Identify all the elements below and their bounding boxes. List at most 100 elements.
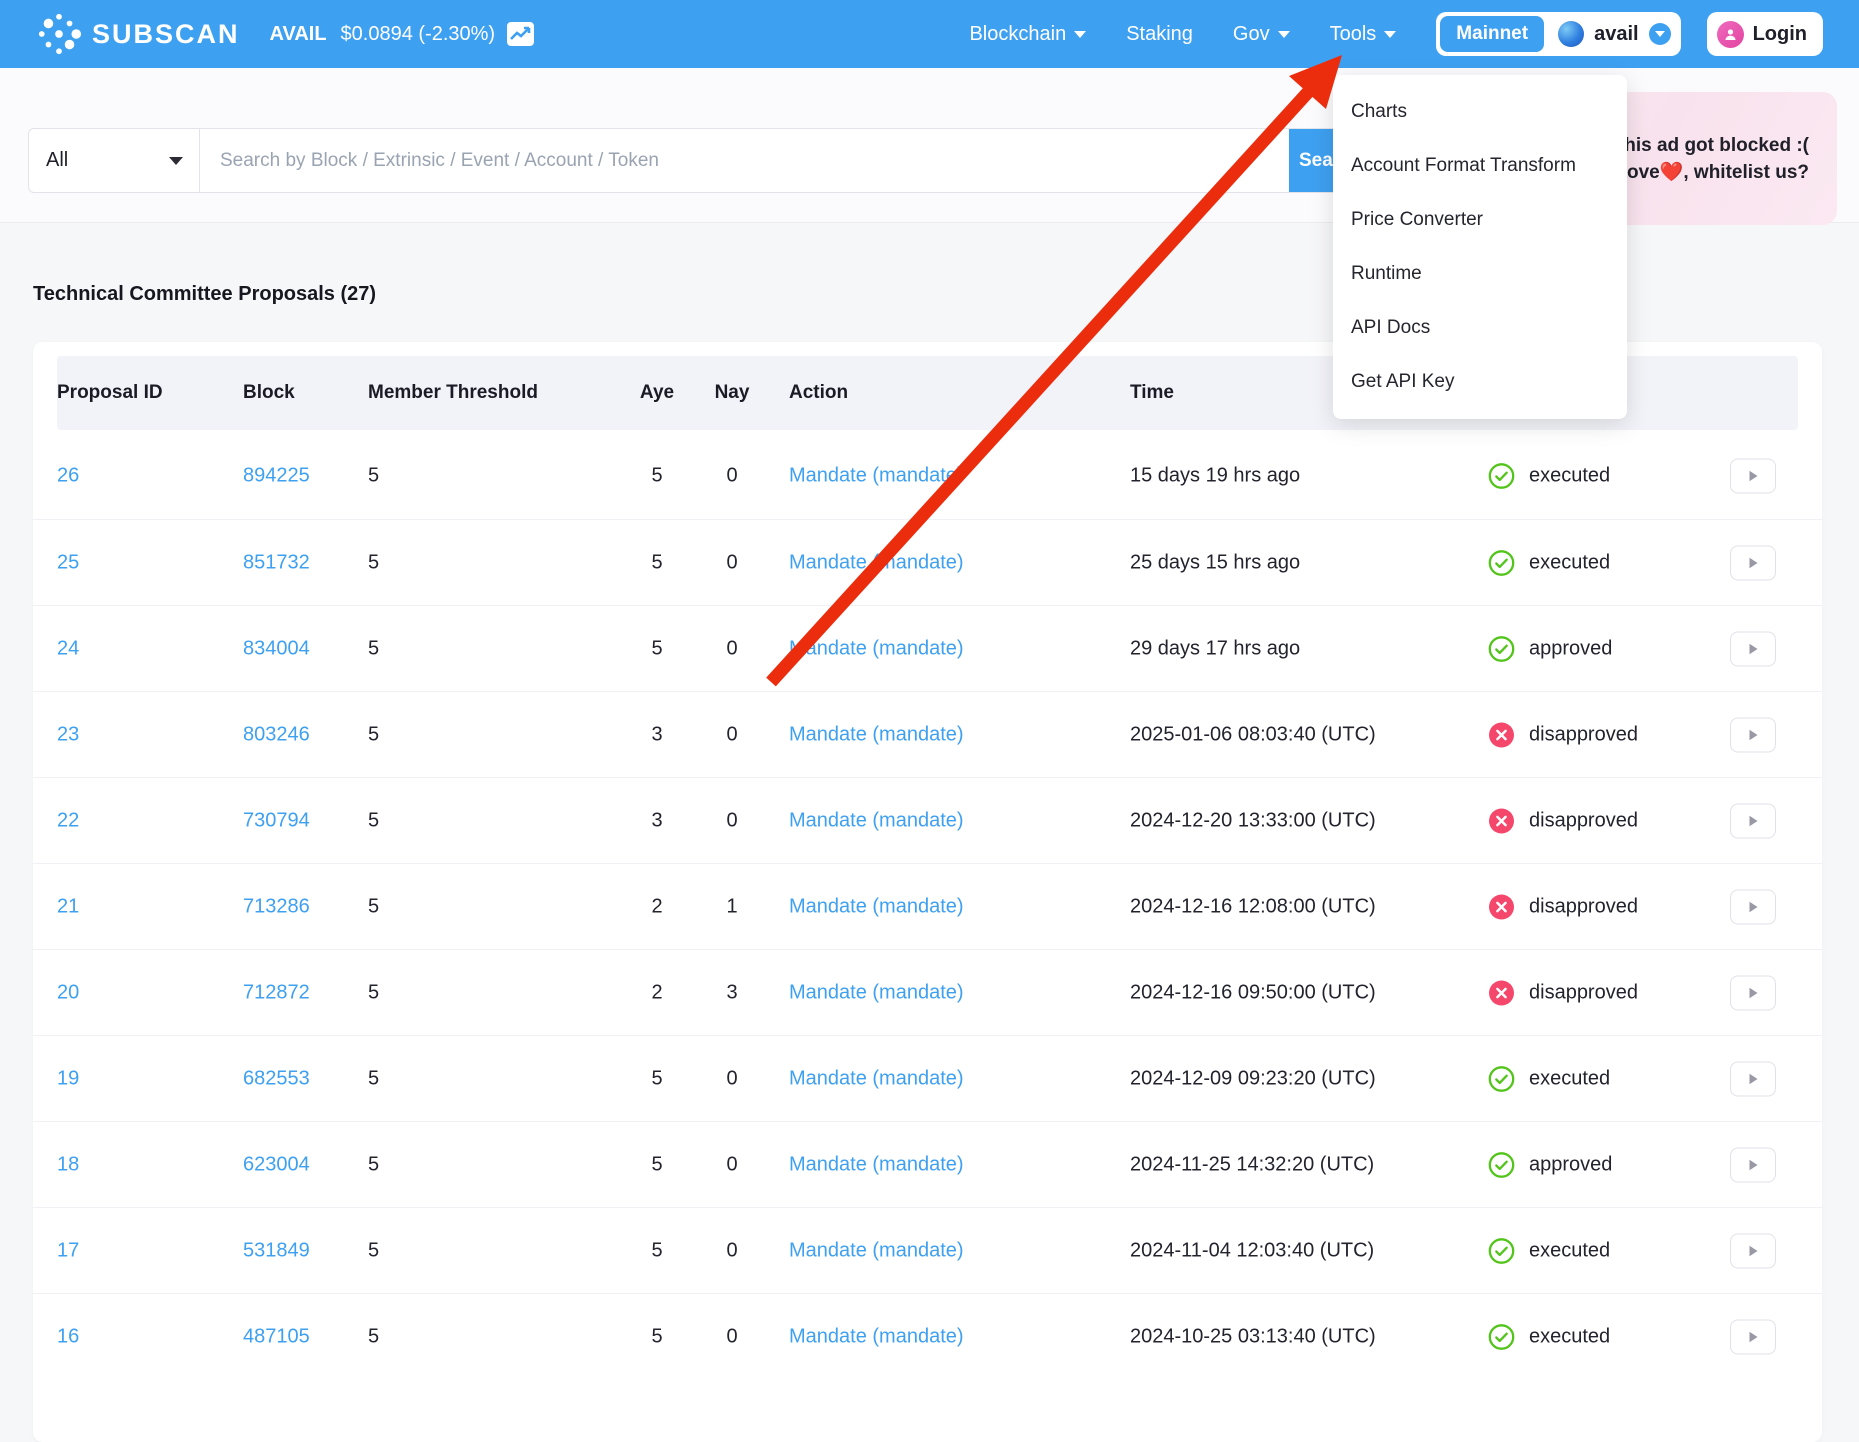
nav-label: Tools bbox=[1330, 23, 1377, 46]
caret-right-icon bbox=[1747, 1158, 1759, 1171]
expand-row-button[interactable] bbox=[1730, 803, 1776, 838]
aye-count: 5 bbox=[637, 1325, 677, 1348]
block-link[interactable]: 851732 bbox=[243, 551, 310, 574]
expand-row-button[interactable] bbox=[1730, 1233, 1776, 1268]
subscan-logo-icon bbox=[36, 11, 82, 57]
menu-item-runtime[interactable]: Runtime bbox=[1333, 247, 1627, 301]
chain-chevron-down-icon[interactable] bbox=[1649, 23, 1671, 45]
column-header-member-threshold: Member Threshold bbox=[368, 382, 538, 404]
mainnet-button[interactable]: Mainnet bbox=[1440, 16, 1544, 52]
block-link[interactable]: 531849 bbox=[243, 1239, 310, 1262]
proposal-id-link[interactable]: 22 bbox=[57, 809, 79, 832]
nav-label: Staking bbox=[1126, 23, 1193, 46]
action-link[interactable]: Mandate (mandate) bbox=[789, 1239, 964, 1262]
table-row: 26894225550Mandate (mandate)15 days 19 h… bbox=[33, 433, 1822, 519]
table-row: 18623004550Mandate (mandate)2024-11-25 1… bbox=[33, 1121, 1822, 1207]
action-link[interactable]: Mandate (mandate) bbox=[789, 895, 964, 918]
nay-count: 3 bbox=[712, 981, 752, 1004]
proposal-id-link[interactable]: 26 bbox=[57, 465, 79, 488]
cross-circle-icon bbox=[1488, 807, 1515, 834]
block-link[interactable]: 487105 bbox=[243, 1325, 310, 1348]
search-bar: All Search bbox=[28, 128, 1404, 193]
menu-item-account-format-transform[interactable]: Account Format Transform bbox=[1333, 139, 1627, 193]
login-label: Login bbox=[1753, 23, 1807, 46]
login-button[interactable]: Login bbox=[1707, 12, 1823, 56]
expand-row-button[interactable] bbox=[1730, 459, 1776, 494]
nav-item-blockchain[interactable]: Blockchain bbox=[969, 23, 1086, 46]
nav-item-staking[interactable]: Staking bbox=[1126, 23, 1193, 46]
expand-row-button[interactable] bbox=[1730, 545, 1776, 580]
proposal-id-link[interactable]: 24 bbox=[57, 637, 79, 660]
expand-row-button[interactable] bbox=[1730, 1061, 1776, 1096]
action-link[interactable]: Mandate (mandate) bbox=[789, 1325, 964, 1348]
caret-right-icon bbox=[1747, 728, 1759, 741]
expand-row-button[interactable] bbox=[1730, 889, 1776, 924]
caret-right-icon bbox=[1747, 1244, 1759, 1257]
expand-row-button[interactable] bbox=[1730, 1319, 1776, 1354]
token-ticker: AVAIL bbox=[270, 23, 327, 46]
block-link[interactable]: 803246 bbox=[243, 723, 310, 746]
search-filter-select[interactable]: All bbox=[29, 129, 199, 192]
nav-label: Gov bbox=[1233, 23, 1270, 46]
block-link[interactable]: 713286 bbox=[243, 895, 310, 918]
expand-row-button[interactable] bbox=[1730, 717, 1776, 752]
status-badge: executed bbox=[1488, 1065, 1610, 1092]
proposal-id-link[interactable]: 19 bbox=[57, 1067, 79, 1090]
search-input[interactable] bbox=[200, 129, 1289, 192]
status-badge: executed bbox=[1488, 1237, 1610, 1264]
proposal-id-link[interactable]: 18 bbox=[57, 1153, 79, 1176]
proposal-id-link[interactable]: 20 bbox=[57, 981, 79, 1004]
action-link[interactable]: Mandate (mandate) bbox=[789, 465, 964, 488]
action-link[interactable]: Mandate (mandate) bbox=[789, 551, 964, 574]
block-link[interactable]: 682553 bbox=[243, 1067, 310, 1090]
aye-count: 3 bbox=[637, 723, 677, 746]
expand-row-button[interactable] bbox=[1730, 1147, 1776, 1182]
user-icon bbox=[1717, 21, 1744, 48]
expand-row-button[interactable] bbox=[1730, 631, 1776, 666]
menu-item-price-converter[interactable]: Price Converter bbox=[1333, 193, 1627, 247]
block-link[interactable]: 834004 bbox=[243, 637, 310, 660]
member-threshold-value: 5 bbox=[368, 723, 379, 746]
expand-row-button[interactable] bbox=[1730, 975, 1776, 1010]
block-link[interactable]: 623004 bbox=[243, 1153, 310, 1176]
table-row: 19682553550Mandate (mandate)2024-12-09 0… bbox=[33, 1035, 1822, 1121]
proposal-id-link[interactable]: 21 bbox=[57, 895, 79, 918]
status-badge: approved bbox=[1488, 635, 1612, 662]
price-chart-icon[interactable] bbox=[507, 22, 534, 46]
member-threshold-value: 5 bbox=[368, 809, 379, 832]
caret-down-icon bbox=[1384, 31, 1396, 38]
nay-count: 0 bbox=[712, 1239, 752, 1262]
aye-count: 2 bbox=[637, 895, 677, 918]
check-circle-icon bbox=[1488, 549, 1515, 576]
table-row: 23803246530Mandate (mandate)2025-01-06 0… bbox=[33, 691, 1822, 777]
menu-item-get-api-key[interactable]: Get API Key bbox=[1333, 355, 1627, 409]
action-link[interactable]: Mandate (mandate) bbox=[789, 809, 964, 832]
table-body: 26894225550Mandate (mandate)15 days 19 h… bbox=[33, 433, 1822, 1379]
nay-count: 1 bbox=[712, 895, 752, 918]
nay-count: 0 bbox=[712, 1325, 752, 1348]
member-threshold-value: 5 bbox=[368, 551, 379, 574]
proposal-id-link[interactable]: 25 bbox=[57, 551, 79, 574]
block-link[interactable]: 712872 bbox=[243, 981, 310, 1004]
aye-count: 5 bbox=[637, 1067, 677, 1090]
action-link[interactable]: Mandate (mandate) bbox=[789, 1067, 964, 1090]
status-badge: executed bbox=[1488, 549, 1610, 576]
caret-down-icon bbox=[1074, 31, 1086, 38]
action-link[interactable]: Mandate (mandate) bbox=[789, 637, 964, 660]
proposal-id-link[interactable]: 17 bbox=[57, 1239, 79, 1262]
status-label: disapproved bbox=[1529, 723, 1638, 746]
menu-item-api-docs[interactable]: API Docs bbox=[1333, 301, 1627, 355]
action-link[interactable]: Mandate (mandate) bbox=[789, 981, 964, 1004]
block-link[interactable]: 894225 bbox=[243, 465, 310, 488]
proposal-id-link[interactable]: 16 bbox=[57, 1325, 79, 1348]
menu-item-charts[interactable]: Charts bbox=[1333, 85, 1627, 139]
status-label: disapproved bbox=[1529, 809, 1638, 832]
nav-item-gov[interactable]: Gov bbox=[1233, 23, 1290, 46]
action-link[interactable]: Mandate (mandate) bbox=[789, 1153, 964, 1176]
proposals-table: Proposal IDBlockMember ThresholdAyeNayAc… bbox=[33, 342, 1822, 1442]
proposal-id-link[interactable]: 23 bbox=[57, 723, 79, 746]
nav-item-tools[interactable]: Tools bbox=[1330, 23, 1397, 46]
caret-right-icon bbox=[1747, 1330, 1759, 1343]
action-link[interactable]: Mandate (mandate) bbox=[789, 723, 964, 746]
block-link[interactable]: 730794 bbox=[243, 809, 310, 832]
